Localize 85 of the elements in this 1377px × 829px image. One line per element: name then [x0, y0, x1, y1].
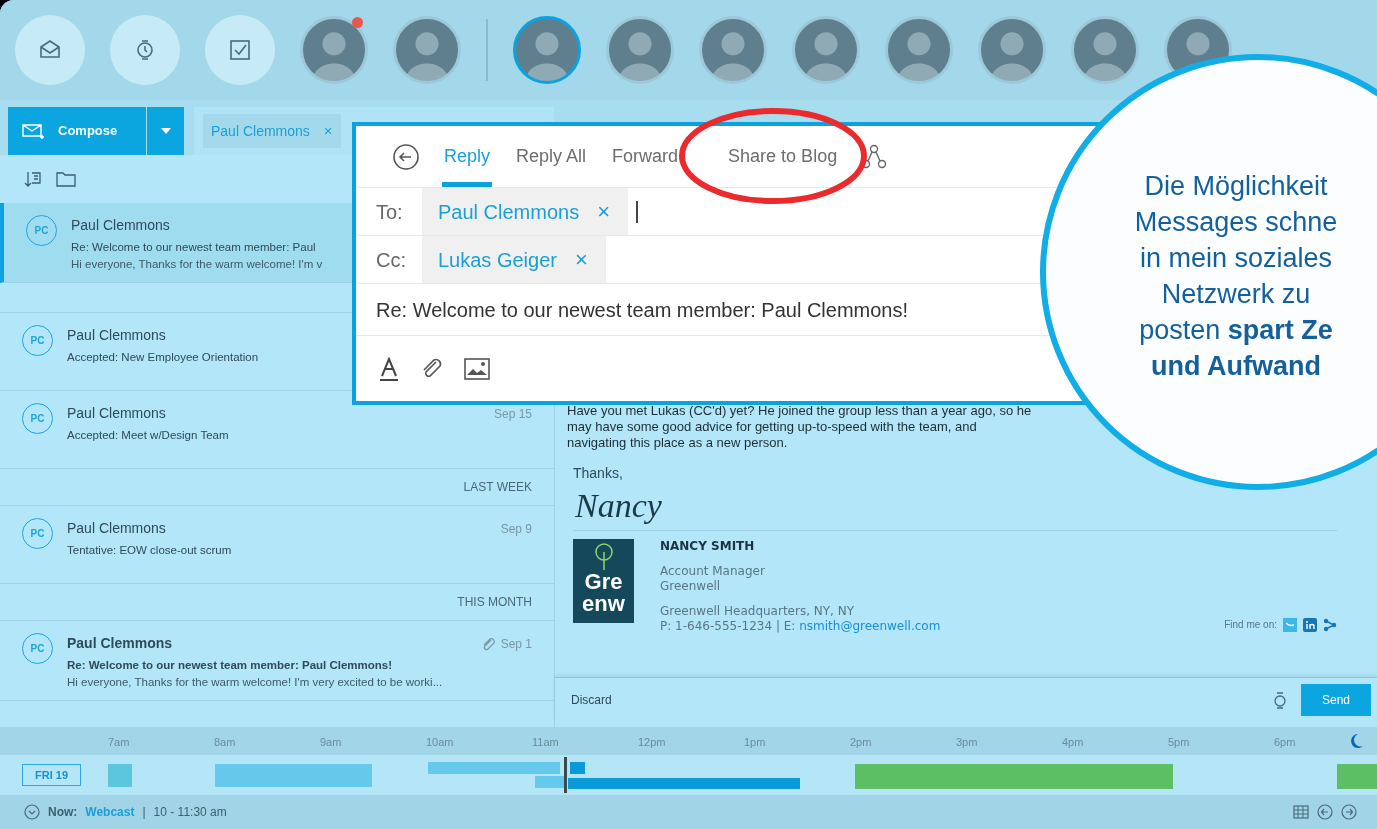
signature-script: Nancy	[575, 486, 663, 526]
hour-label: 2pm	[850, 736, 872, 748]
company-logo: Gre enw	[573, 539, 634, 623]
sender-name: Paul Clemmons	[67, 326, 166, 345]
linkedin-icon[interactable]	[1303, 617, 1317, 632]
timer-icon[interactable]	[1273, 690, 1287, 709]
recipient-name: Lukas Geiger	[438, 247, 557, 273]
sender-name: Paul Clemmons	[67, 519, 166, 538]
hour-label: 6pm	[1274, 736, 1296, 748]
calendar-grid-icon[interactable]	[1293, 804, 1309, 820]
tab-label[interactable]: Paul Clemmons	[211, 120, 310, 142]
bird-icon[interactable]	[1283, 617, 1297, 632]
send-button[interactable]: Send	[1301, 683, 1371, 716]
sender-name: Paul Clemmons	[71, 216, 170, 235]
hour-label: 10am	[426, 736, 454, 748]
contact-line: P: 1-646-555-1234 | E: nsmith@greenwell.com	[660, 619, 941, 634]
sender-name: Paul Clemmons	[67, 404, 166, 423]
remove-button[interactable]: ×	[574, 243, 588, 276]
hour-label: 8am	[214, 736, 236, 748]
event-link[interactable]: Webcast	[85, 803, 135, 821]
message-date: Sep 1	[500, 635, 532, 653]
job-title: Account Manager	[660, 564, 766, 579]
network-icon[interactable]	[861, 143, 888, 170]
message-subject: Re: Welcome to our newest team member: Paul	[71, 240, 316, 255]
field-label: Cc:	[375, 247, 407, 273]
sender-name: Paul Clemmons	[67, 634, 173, 653]
callout-text: in mein soziales	[1139, 242, 1333, 275]
chevron-down-icon[interactable]	[24, 804, 40, 820]
find-me-label: Find me on:	[1224, 618, 1277, 632]
sort-icon[interactable]	[24, 170, 42, 188]
message-item[interactable]: PC Paul Clemmons Sep 1 Re: Welcome to our newest team member: Paul Clemmons! Hi everyone, Thanks for the warm welcome! I'm very excited to be worki...	[0, 621, 554, 701]
callout-text: posten spart Ze	[1139, 314, 1333, 347]
open-tab[interactable]: Paul Clemmons ×	[203, 114, 341, 148]
separator-text: |	[142, 804, 146, 821]
day-label: FRI 19	[22, 764, 81, 786]
hour-label: 1pm	[744, 736, 766, 748]
hour-label: 11am	[532, 736, 559, 748]
share-nodes-icon[interactable]	[1323, 617, 1337, 632]
callout-text: Messages schne	[1134, 206, 1338, 239]
text-format-icon[interactable]	[378, 356, 400, 381]
message-body: Have you met Lukas (CC'd) yet? He joined the group less than a year ago, so he may have some good advice for getting up-to-speed with the team, and navigating this place as a new person.	[567, 403, 1033, 451]
hour-label: 12pm	[638, 736, 666, 748]
message-preview: Hi everyone, Thanks for the warm welcome! I'm v	[71, 257, 323, 273]
hour-label: 4pm	[1062, 736, 1084, 748]
envelope-plus-icon	[22, 123, 46, 139]
checkbox-icon	[228, 38, 252, 62]
moon-icon	[1349, 733, 1363, 749]
hour-label: 3pm	[956, 736, 978, 748]
section-header: LAST WEEK	[463, 479, 532, 496]
hour-label: 9am	[320, 736, 342, 748]
message-subject: Accepted: New Employee Orientation	[67, 350, 259, 365]
callout-text: Die Möglichkeit	[1144, 170, 1328, 203]
text-cursor	[636, 200, 639, 223]
event-time: 10 - 11:30 am	[153, 804, 227, 821]
image-icon[interactable]	[464, 357, 490, 380]
hour-label: 5pm	[1168, 736, 1190, 748]
now-label: Now:	[48, 804, 78, 821]
message-item[interactable]: PC Paul Clemmons Sep 9 Tentative: EOW close-out scrum	[0, 506, 554, 584]
section-header: THIS MONTH	[457, 594, 532, 611]
message-subject: Re: Welcome to our newest team member: Paul Clemmons!	[67, 658, 393, 673]
discard-button[interactable]: Discard	[571, 690, 612, 709]
compose-button[interactable]: Compose	[8, 107, 146, 155]
closing-text: Thanks,	[573, 464, 624, 483]
recipient-chip[interactable]: Paul Clemmons ×	[422, 188, 629, 235]
caret-icon	[159, 127, 172, 135]
email-link[interactable]: nsmith@greenwell.com	[799, 619, 941, 633]
folder-icon[interactable]	[56, 171, 76, 187]
message-date: Sep 9	[500, 520, 532, 538]
message-preview: Hi everyone, Thanks for the warm welcome! I'm very excited to be worki...	[67, 675, 443, 691]
message-subject: Accepted: Meet w/Design Team	[67, 428, 229, 443]
paperclip-icon	[481, 636, 496, 651]
address-text: Greenwell Headquarters, NY, NY	[660, 604, 856, 619]
contact-name: NANCY SMITH	[660, 539, 756, 554]
remove-button[interactable]: ×	[597, 195, 611, 228]
message-subject: Tentative: EOW close-out scrum	[67, 543, 232, 558]
action-tab[interactable]: Reply All	[514, 126, 589, 187]
callout-text: Netzwerk zu	[1161, 278, 1311, 311]
action-tab[interactable]: Share to Blog	[726, 126, 840, 187]
hour-label: 7am	[108, 736, 130, 748]
action-tab[interactable]: Forward	[610, 126, 681, 187]
recipient-chip[interactable]: Lukas Geiger ×	[422, 236, 606, 283]
company-name: Greenwell	[660, 579, 722, 594]
callout-text: und Aufwand	[1151, 350, 1321, 383]
close-button[interactable]: ×	[323, 119, 333, 143]
message-date: Sep 15	[493, 405, 532, 423]
